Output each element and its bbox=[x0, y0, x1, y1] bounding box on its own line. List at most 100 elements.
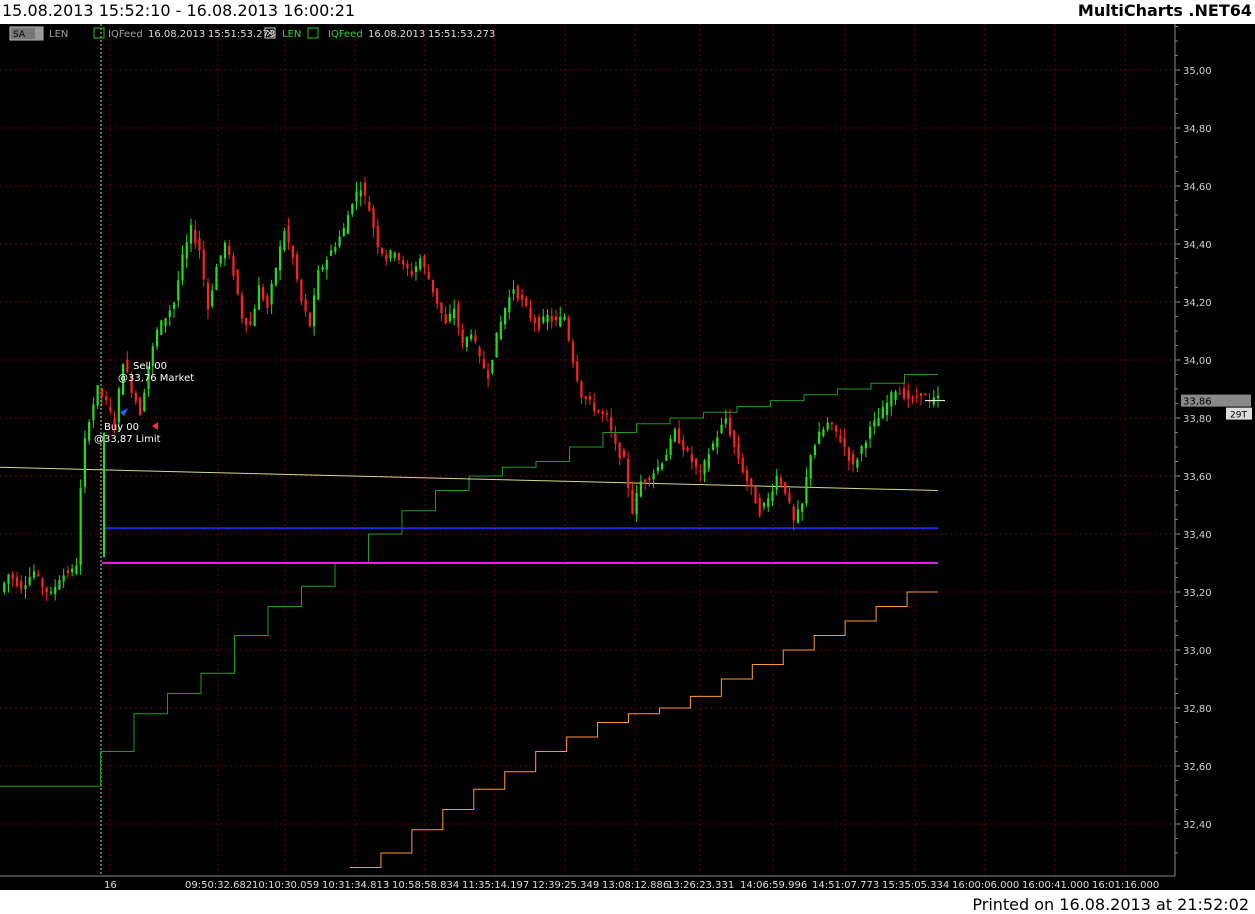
date-range-title: 15.08.2013 15:52:10 - 16.08.2013 16:00:2… bbox=[2, 1, 356, 20]
price-bar-body bbox=[96, 385, 99, 406]
price-bar-body bbox=[847, 447, 850, 461]
y-tick-label: 32,60 bbox=[1183, 762, 1212, 773]
price-bar-body bbox=[860, 446, 863, 454]
price-bar-body bbox=[414, 266, 418, 272]
price-bar-body bbox=[835, 425, 838, 432]
price-bar-body bbox=[864, 442, 867, 449]
price-bar-body bbox=[716, 437, 719, 448]
price-bar-body bbox=[143, 392, 146, 412]
price-bar-body bbox=[223, 242, 227, 259]
price-bar-body bbox=[907, 390, 910, 399]
price-bar-body bbox=[402, 260, 405, 265]
price-bar-body bbox=[801, 503, 804, 512]
price-bar-body bbox=[474, 335, 477, 342]
price-bar-body bbox=[325, 259, 328, 270]
price-bar-body bbox=[279, 246, 282, 271]
price-bar-body bbox=[181, 254, 184, 281]
price-bar-body bbox=[202, 249, 205, 280]
price-bar-body bbox=[690, 454, 693, 463]
price-bar-body bbox=[329, 250, 333, 256]
price-bar-body bbox=[627, 459, 630, 489]
price-bar-body bbox=[758, 498, 761, 515]
price-bar-body bbox=[516, 285, 519, 299]
price-bar-body bbox=[728, 417, 732, 436]
price-bar-body bbox=[172, 302, 176, 310]
price-bar-body bbox=[529, 307, 532, 319]
price-bar-body bbox=[164, 318, 167, 327]
price-bar-body bbox=[597, 410, 600, 413]
price-bar-body bbox=[767, 498, 770, 507]
price-bar-body bbox=[15, 577, 19, 587]
price-bar-body bbox=[45, 587, 48, 592]
series1-feed: IQFeed bbox=[108, 29, 143, 40]
price-bar-body bbox=[436, 288, 439, 304]
price-bar-body bbox=[28, 577, 31, 585]
price-bar-body bbox=[470, 334, 473, 340]
series1-symbol: LEN bbox=[49, 29, 68, 40]
price-bar-body bbox=[308, 312, 311, 327]
price-bar-body bbox=[88, 422, 91, 441]
price-bar-body bbox=[54, 587, 57, 595]
price-bar-body bbox=[346, 215, 350, 234]
price-bar-body bbox=[431, 279, 435, 293]
price-bar-body bbox=[614, 433, 617, 444]
price-bar-body bbox=[741, 457, 744, 473]
buy-order-price: @33,87 Limit bbox=[94, 434, 161, 445]
price-bar-body bbox=[559, 316, 562, 327]
price-bar-body bbox=[363, 182, 367, 196]
series2-toggle-icon bbox=[307, 27, 319, 39]
price-bar-body bbox=[775, 475, 778, 490]
x-tick-label: 10:58:58.834 bbox=[392, 880, 459, 890]
y-tick-label: 32,80 bbox=[1183, 704, 1212, 715]
price-bar-body bbox=[839, 435, 842, 442]
price-bar-body bbox=[686, 447, 689, 451]
price-bar-body bbox=[117, 388, 120, 423]
price-bar-body bbox=[588, 396, 592, 400]
sell-order-price: @33,76 Market bbox=[118, 373, 194, 384]
y-tick-label: 33,00 bbox=[1183, 646, 1212, 657]
price-bar-body bbox=[894, 391, 897, 400]
price-bar-body bbox=[482, 358, 485, 369]
price-bar-body bbox=[682, 440, 685, 451]
price-bar-body bbox=[11, 573, 14, 580]
price-bar-body bbox=[194, 230, 197, 244]
y-tick-label: 33,60 bbox=[1183, 472, 1212, 483]
price-bar-body bbox=[830, 422, 833, 425]
price-chart[interactable]: SA LEN IQFeed 16.08.2013 15:51:53.273 LEN IQFe… bbox=[0, 24, 1255, 890]
price-bar-body bbox=[605, 413, 609, 415]
price-bar-body bbox=[656, 467, 659, 472]
price-bar-body bbox=[533, 317, 536, 324]
price-bar-body bbox=[813, 445, 817, 456]
price-bar-body bbox=[924, 394, 927, 396]
price-bar-body bbox=[397, 253, 401, 260]
series1-date: 16.08.2013 bbox=[148, 29, 205, 40]
price-bar-body bbox=[508, 297, 511, 312]
title-bar: 15.08.2013 15:52:10 - 16.08.2013 16:00:2… bbox=[0, 0, 1255, 24]
x-tick-label: 16:01:16.000 bbox=[1092, 880, 1159, 890]
price-bar-body bbox=[62, 575, 65, 582]
price-bar-body bbox=[503, 308, 507, 325]
series2-symbol: LEN bbox=[282, 29, 301, 40]
tick-count-label: 29T bbox=[1230, 411, 1247, 421]
y-tick-label: 34,40 bbox=[1183, 240, 1212, 251]
price-bar-body bbox=[304, 299, 307, 312]
y-tick-label: 34,80 bbox=[1183, 124, 1212, 135]
price-bar-body bbox=[779, 478, 783, 486]
price-bar-body bbox=[236, 269, 239, 295]
price-bar-body bbox=[423, 256, 426, 267]
price-bar-body bbox=[661, 463, 664, 470]
price-bar-body bbox=[771, 491, 774, 502]
price-bar-body bbox=[37, 574, 40, 577]
price-bar-body bbox=[444, 314, 447, 324]
price-bar-body bbox=[334, 246, 337, 252]
price-bar-body bbox=[359, 190, 362, 197]
price-bar-body bbox=[720, 424, 723, 434]
price-bar-body bbox=[24, 585, 27, 590]
price-bar-body bbox=[219, 255, 222, 264]
price-bar-body bbox=[478, 347, 481, 357]
price-bar-body bbox=[342, 228, 345, 236]
price-bar-body bbox=[266, 295, 269, 308]
chart-area[interactable]: SA LEN IQFeed 16.08.2013 15:51:53.273 LEN IQFe… bbox=[0, 24, 1255, 890]
y-tick-label: 32,40 bbox=[1183, 820, 1212, 831]
price-bar-body bbox=[372, 208, 375, 228]
